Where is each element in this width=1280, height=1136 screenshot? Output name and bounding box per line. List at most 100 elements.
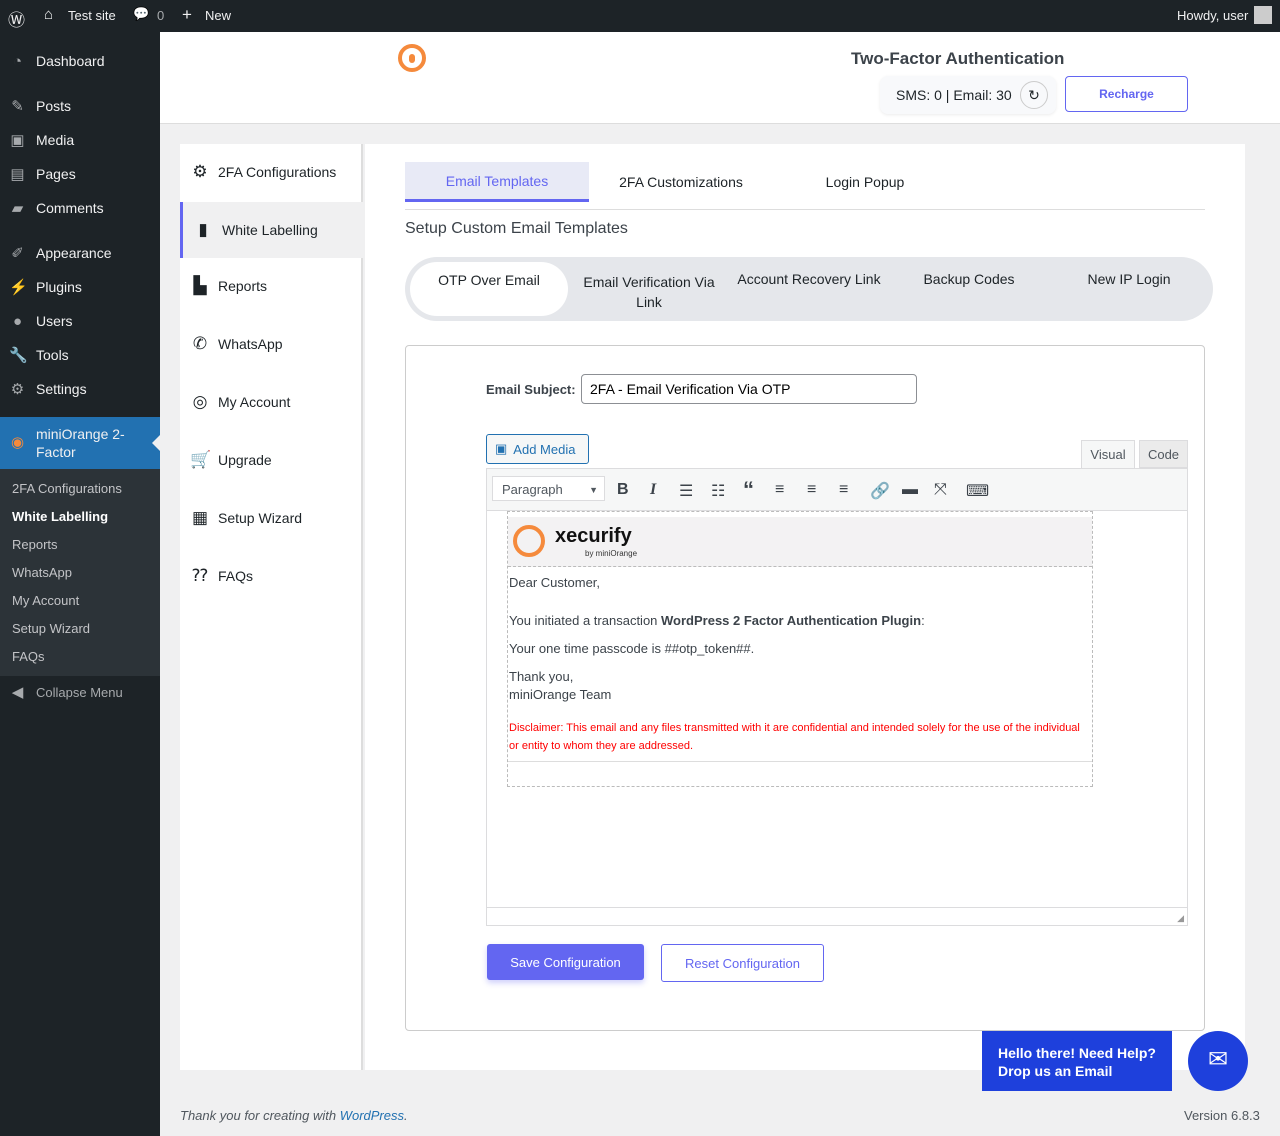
submenu-whatsapp[interactable]: WhatsApp (12, 565, 72, 580)
thanks: Thank you, (509, 669, 574, 684)
align-left-icon[interactable]: ≡ (775, 481, 784, 499)
tab-code[interactable]: Code (1139, 440, 1188, 468)
collapse-icon: ◀ (11, 684, 24, 701)
menu-media[interactable]: ▣ Media (0, 123, 160, 157)
fullscreen-icon[interactable]: ⤧ (934, 481, 947, 499)
align-right-icon[interactable]: ≡ (839, 481, 848, 499)
plugin-nav: ⚙ 2FA Configurations ▮ White Labelling ▙ Re… (180, 144, 363, 1070)
blockquote-icon[interactable]: “ (743, 477, 754, 503)
nav-label: 2FA Configurations (218, 164, 337, 180)
menu-plugins[interactable]: ⚡ Plugins (0, 270, 160, 304)
dashboard-icon: ◔ (12, 53, 23, 70)
site-name-link[interactable]: Test site (68, 8, 116, 23)
menu-pages[interactable]: ▤ Pages (0, 157, 160, 191)
menu-comments[interactable]: ▰ Comments (0, 191, 160, 225)
menu-appearance[interactable]: ✐ Appearance (0, 236, 160, 270)
submenu-setup-wizard[interactable]: Setup Wizard (12, 621, 90, 636)
submenu-reports[interactable]: Reports (12, 537, 58, 552)
avatar[interactable] (1254, 6, 1272, 24)
comments-icon: 💬 (133, 6, 150, 21)
submenu-white-labelling[interactable]: White Labelling (12, 509, 108, 524)
gear-icon: ⚙ (192, 162, 208, 181)
reset-configuration-button[interactable]: Reset Configuration (661, 944, 824, 982)
menu-settings[interactable]: ⚙ Settings (0, 372, 160, 406)
menu-users[interactable]: ● Users (0, 304, 160, 338)
subtab-otp-over-email[interactable]: OTP Over Email (410, 262, 568, 316)
menu-label: Pages (36, 166, 76, 182)
align-center-icon[interactable]: ≡ (807, 481, 816, 499)
numbered-list-icon[interactable]: ☷ (711, 481, 725, 501)
tab-email-templates[interactable]: Email Templates (405, 162, 589, 202)
nav-label: Setup Wizard (218, 510, 303, 526)
menu-dashboard[interactable]: ◔ Dashboard (0, 44, 160, 78)
wordpress-logo-icon[interactable]: Ⓦ (8, 6, 25, 31)
nav-setup-wizard[interactable]: ▦ Setup Wizard (180, 490, 363, 546)
subtab-backup-codes[interactable]: Backup Codes (889, 267, 1049, 317)
comments-count[interactable]: 0 (157, 8, 164, 23)
recharge-button[interactable]: Recharge (1065, 76, 1188, 112)
main-panel: Email Templates 2FA Customizations Login… (365, 144, 1245, 1070)
format-select[interactable]: Paragraph ▼ (492, 476, 605, 501)
refresh-icon[interactable]: ↻ (1020, 81, 1048, 109)
plugin-name: WordPress 2 Factor Authentication Plugin (661, 613, 922, 628)
collapse-menu[interactable]: ◀ Collapse Menu (0, 675, 160, 709)
toolbar-toggle-icon[interactable]: ⌨ (966, 481, 989, 501)
brand-sub: by miniOrange (585, 549, 638, 558)
menu-tools[interactable]: 🔧 Tools (0, 338, 160, 372)
email-support-icon[interactable]: ✉ (1188, 1031, 1248, 1091)
media-icon: ▣ (10, 132, 25, 149)
tab-2fa-customizations[interactable]: 2FA Customizations (589, 162, 773, 202)
subject-label: Email Subject: (486, 382, 576, 397)
format-value: Paragraph (502, 482, 563, 497)
add-media-button[interactable]: ▣ Add Media (486, 434, 589, 464)
menu-label: Collapse Menu (36, 684, 123, 700)
read-more-icon[interactable]: ▬ (902, 481, 918, 499)
whatsapp-icon: ✆ (192, 334, 208, 353)
menu-label: miniOrange 2-Factor (36, 426, 125, 460)
divider (508, 761, 1092, 762)
text: You initiated a transaction (509, 613, 662, 628)
wordpress-link[interactable]: WordPress (340, 1108, 404, 1123)
howdy-user[interactable]: Howdy, user (1177, 8, 1248, 23)
nav-upgrade[interactable]: 🛒 Upgrade (180, 432, 363, 488)
menu-label: Dashboard (36, 53, 105, 69)
subtab-new-ip-login[interactable]: New IP Login (1049, 267, 1209, 317)
settings-icon: ⚙ (10, 381, 25, 398)
email-line-2: Your one time passcode is ##otp_token##. (509, 641, 755, 656)
nav-2fa-configurations[interactable]: ⚙ 2FA Configurations (180, 144, 363, 200)
help-banner[interactable]: Hello there! Need Help? Drop us an Email (982, 1031, 1172, 1091)
menu-posts[interactable]: ✎ Posts (0, 89, 160, 123)
menu-label: Appearance (36, 245, 112, 261)
nav-white-labelling[interactable]: ▮ White Labelling (180, 202, 363, 258)
new-link[interactable]: New (205, 8, 231, 23)
submenu-2fa-configurations[interactable]: 2FA Configurations (12, 481, 122, 496)
email-line-1: You initiated a transaction WordPress 2 … (509, 613, 925, 628)
submenu-my-account[interactable]: My Account (12, 593, 79, 608)
submenu-faqs[interactable]: FAQs (12, 649, 45, 664)
subtab-account-recovery-link[interactable]: Account Recovery Link (729, 267, 889, 317)
tab-visual[interactable]: Visual (1081, 440, 1135, 469)
version: Version 6.8.3 (1184, 1108, 1260, 1123)
menu-label: Users (36, 313, 73, 329)
bullet-list-icon[interactable]: ☰ (679, 481, 693, 501)
menu-label: Comments (36, 200, 104, 216)
miniorange-icon: ◉ (10, 434, 25, 451)
subtab-email-verification-link[interactable]: Email Verification Via Link (571, 267, 727, 317)
miniorange-logo-icon (398, 44, 426, 72)
italic-icon[interactable]: I (650, 481, 656, 499)
link-icon[interactable]: 🔗 (870, 481, 890, 501)
menu-miniorange[interactable]: ◉ miniOrange 2-Factor (0, 417, 160, 469)
template-form: Email Subject: ▣ Add Media Visual Code Pa… (405, 345, 1205, 1031)
resize-handle-icon[interactable]: ◢ (1177, 913, 1184, 924)
email-subject-input[interactable] (581, 374, 917, 404)
save-configuration-button[interactable]: Save Configuration (487, 944, 644, 980)
nav-faqs[interactable]: ⁇ FAQs (180, 548, 363, 604)
tab-login-popup[interactable]: Login Popup (773, 162, 957, 202)
nav-whatsapp[interactable]: ✆ WhatsApp (180, 316, 363, 372)
bold-icon[interactable]: B (617, 481, 629, 499)
nav-reports[interactable]: ▙ Reports (180, 258, 363, 314)
footer-thanks: Thank you for creating with WordPress. (180, 1108, 408, 1123)
brush-icon: ✐ (11, 245, 24, 262)
nav-my-account[interactable]: ◎ My Account (180, 374, 363, 430)
greeting: Dear Customer, (509, 575, 601, 590)
